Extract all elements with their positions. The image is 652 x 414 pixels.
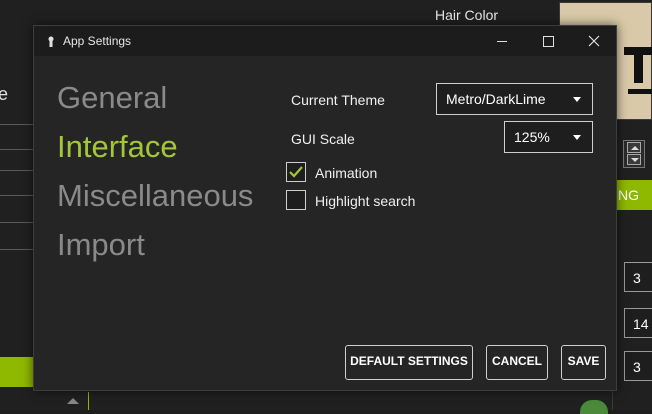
default-settings-button[interactable]: DEFAULT SETTINGS <box>345 345 473 380</box>
hair-color-label: Hair Color <box>435 7 499 23</box>
number-field[interactable]: 3 <box>624 262 652 292</box>
nav-general[interactable]: General <box>57 80 167 116</box>
left-panel-field[interactable] <box>0 222 34 250</box>
app-settings-dialog: App Settings General Interface Miscellan… <box>33 25 617 391</box>
nav-miscellaneous[interactable]: Miscellaneous <box>57 178 253 214</box>
title-bar[interactable]: App Settings <box>34 26 616 56</box>
close-icon[interactable] <box>571 26 617 56</box>
theme-label: Current Theme <box>291 92 385 108</box>
gui-scale-value: 125% <box>514 129 550 145</box>
left-panel-field[interactable] <box>0 124 34 150</box>
theme-value: Metro/DarkLime <box>446 91 546 107</box>
chevron-down-icon <box>573 97 581 102</box>
spinner-down-icon[interactable] <box>627 154 641 165</box>
save-button[interactable]: SAVE <box>561 345 606 380</box>
left-panel-field[interactable] <box>0 170 34 196</box>
maximize-icon[interactable] <box>525 26 571 56</box>
divider <box>88 392 89 410</box>
highlight-search-label[interactable]: Highlight search <box>315 193 415 209</box>
spinner-up-icon[interactable] <box>627 142 641 153</box>
number-field[interactable]: 3 <box>624 351 652 381</box>
minimize-icon[interactable] <box>479 26 525 56</box>
checkmark-icon <box>289 166 303 178</box>
numeric-spinner[interactable] <box>623 140 645 168</box>
number-field[interactable]: 14 <box>624 308 652 338</box>
chevron-down-icon <box>573 135 581 140</box>
gui-scale-label: GUI Scale <box>291 131 355 147</box>
nav-import[interactable]: Import <box>57 227 145 263</box>
highlight-search-checkbox[interactable] <box>286 190 306 210</box>
app-icon <box>47 35 55 47</box>
heart-icon <box>580 400 608 414</box>
theme-dropdown[interactable]: Metro/DarkLime <box>436 83 593 115</box>
nav-interface[interactable]: Interface <box>57 129 178 165</box>
animation-checkbox[interactable] <box>286 162 306 182</box>
scroll-up-icon[interactable] <box>67 398 79 404</box>
gui-scale-dropdown[interactable]: 125% <box>504 121 593 153</box>
dialog-title: App Settings <box>63 34 132 48</box>
cancel-button[interactable]: CANCEL <box>486 345 548 380</box>
animation-label[interactable]: Animation <box>315 165 377 181</box>
left-panel-accent-button[interactable] <box>0 357 34 387</box>
left-panel-label-fragment: e <box>0 84 9 104</box>
